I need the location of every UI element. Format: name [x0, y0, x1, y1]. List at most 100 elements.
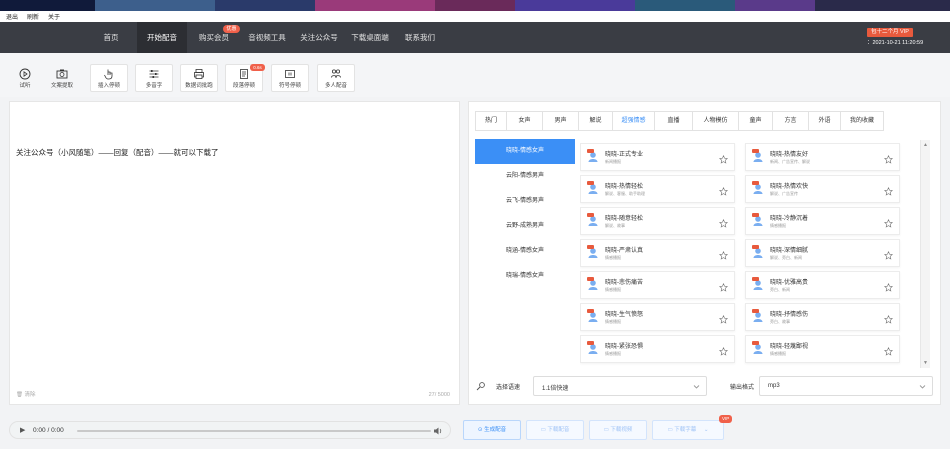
tab-narration[interactable]: 解说 [579, 112, 613, 130]
tab-imitation[interactable]: 人物模仿 [693, 112, 739, 130]
speed-value: 1.1倍快速 [542, 386, 569, 392]
clear-button[interactable]: 🗑 清除 [16, 390, 36, 398]
symbol-pause-label: 符号停顿 [278, 83, 301, 89]
batch-numbers-button[interactable]: 数据词批跑 [180, 64, 218, 92]
tab-hot[interactable]: 热门 [476, 112, 507, 130]
extract-text-button[interactable]: 文案提取 [43, 64, 81, 92]
toolbar: 试听 文案提取 插入停顿 多音字 数据词批跑 段落停顿 0.6s 符号停顿 多人… [0, 53, 950, 97]
star-icon[interactable] [719, 315, 728, 324]
category-item[interactable]: 晓晓-情感女声 [475, 139, 575, 164]
voice-card[interactable]: 晓晓-优雅高贵 旁白、新闻 [745, 271, 900, 299]
progress-track[interactable] [77, 430, 431, 432]
voice-card[interactable]: 晓晓-严肃认真 情感播报 [580, 239, 735, 267]
voice-name: 晓晓-热情友好 [770, 152, 808, 158]
voice-card[interactable]: 晓晓-热情轻松 解说、客服、助手助理 [580, 175, 735, 203]
star-icon[interactable] [884, 283, 893, 292]
tab-male[interactable]: 男声 [543, 112, 579, 130]
tab-live[interactable]: 直播 [655, 112, 693, 130]
menu-about[interactable]: 关于 [48, 12, 60, 21]
tab-dialect[interactable]: 方言 [773, 112, 809, 130]
subtitle-vip-badge: VIP [719, 415, 733, 423]
download-audio-button[interactable]: ▭ 下载配音 [526, 420, 584, 440]
voice-name: 晓晓-抒情感伤 [770, 312, 808, 318]
category-item[interactable]: 云阳-情感男声 [475, 164, 575, 189]
nav-home[interactable]: 首页 [88, 22, 134, 53]
download-subtitle-button[interactable]: ▭ 下载字幕 ⌄ [652, 420, 724, 440]
voice-card[interactable]: 晓晓-热情欢快 解说、广告宣传 [745, 175, 900, 203]
nav-follow-account[interactable]: 关注公众号 [294, 22, 344, 53]
voice-name: 晓晓-生气愤怒 [605, 312, 643, 318]
star-icon[interactable] [884, 155, 893, 164]
star-icon[interactable] [719, 187, 728, 196]
voice-card[interactable]: 晓晓-冷静沉着 情感播报 [745, 207, 900, 235]
polyphone-button[interactable]: 多音字 [135, 64, 173, 92]
star-icon[interactable] [719, 155, 728, 164]
batch-numbers-label: 数据词批跑 [185, 83, 213, 89]
nav-av-tools[interactable]: 音视频工具 [240, 22, 294, 53]
voice-card[interactable]: 晓晓-随意轻松 解说、故事 [580, 207, 735, 235]
tab-favorites[interactable]: 我的收藏 [841, 112, 883, 130]
volume-icon[interactable] [433, 426, 443, 436]
star-icon[interactable] [884, 219, 893, 228]
voice-name: 晓晓-正式专业 [605, 152, 643, 158]
menu-refresh[interactable]: 刷新 [27, 12, 39, 21]
insert-pause-label: 插入停顿 [97, 83, 120, 89]
hand-pointer-icon [104, 69, 113, 80]
text-editor[interactable]: 关注公众号（小风随笔）——回复（配音）——就可以下载了 🗑 清除 27/ 500… [9, 101, 460, 405]
category-item[interactable]: 云野-成熟男声 [475, 214, 575, 239]
voice-avatar-icon [587, 181, 598, 194]
category-item[interactable]: 晓瑞-情感女声 [475, 264, 575, 289]
voice-avatar-icon [752, 309, 763, 322]
star-icon[interactable] [884, 315, 893, 324]
voice-card[interactable]: 晓晓-悲伤痛苦 情感播报 [580, 271, 735, 299]
voice-card[interactable]: 晓晓-热情友好 新闻、广告宣传、解说 [745, 143, 900, 171]
voice-card[interactable]: 晓晓-正式专业 新闻播报 [580, 143, 735, 171]
voice-card[interactable]: 晓晓-抒情感伤 旁白、故事 [745, 303, 900, 331]
category-item[interactable]: 云飞-情感男声 [475, 189, 575, 214]
category-item[interactable]: 晓涵-情感女声 [475, 239, 575, 264]
insert-pause-button[interactable]: 插入停顿 [90, 64, 128, 92]
voice-card[interactable]: 晓晓-生气愤怒 情感播报 [580, 303, 735, 331]
editor-content[interactable]: 关注公众号（小风随笔）——回复（配音）——就可以下载了 [16, 147, 219, 158]
tab-foreign[interactable]: 外语 [809, 112, 841, 130]
voice-tags: 情感播报 [605, 319, 621, 324]
printer-icon [194, 69, 204, 79]
voice-card[interactable]: 晓晓-深情细腻 解说、旁白、新闻 [745, 239, 900, 267]
star-icon[interactable] [884, 187, 893, 196]
voice-avatar-icon [752, 181, 763, 194]
preview-button[interactable]: 试听 [6, 64, 44, 92]
generate-button[interactable]: ⊙ 生成配音 [463, 420, 521, 440]
star-icon[interactable] [884, 251, 893, 260]
menu-exit[interactable]: 退出 [6, 12, 18, 21]
voice-tags: 情感播报 [770, 223, 786, 228]
nav-contact[interactable]: 联系我们 [397, 22, 443, 53]
format-label: 输出格式 [730, 385, 755, 391]
voice-avatar-icon [752, 245, 763, 258]
voice-avatar-icon [587, 213, 598, 226]
voice-card[interactable]: 晓晓-紧张恐惧 情感播报 [580, 335, 735, 363]
scroll-up-icon[interactable]: ▲ [923, 142, 928, 148]
star-icon[interactable] [719, 283, 728, 292]
symbol-pause-button[interactable]: 符号停顿 [271, 64, 309, 92]
tab-child[interactable]: 童声 [739, 112, 773, 130]
download-video-button[interactable]: ▭ 下载视频 [589, 420, 647, 440]
voice-card[interactable]: 晓晓-轻蔑鄙视 情感播报 [745, 335, 900, 363]
scroll-down-icon[interactable]: ▼ [923, 360, 928, 366]
star-icon[interactable] [719, 347, 728, 356]
nav-download-desktop[interactable]: 下载桌面端 [345, 22, 395, 53]
speed-select[interactable]: 1.1倍快速 [533, 376, 707, 396]
star-icon[interactable] [719, 219, 728, 228]
play-icon[interactable]: ▶ [20, 426, 25, 434]
star-icon[interactable] [884, 347, 893, 356]
voice-scrollbar[interactable]: ▲ ▼ [920, 140, 930, 368]
voice-avatar-icon [752, 341, 763, 354]
multi-voice-button[interactable]: 多人配音 [317, 64, 355, 92]
tab-emotion[interactable]: 超强情感 [613, 112, 655, 130]
nav-start-dubbing[interactable]: 开始配音 [137, 22, 187, 53]
tab-female[interactable]: 女声 [507, 112, 543, 130]
star-icon[interactable] [719, 251, 728, 260]
discount-badge: 优惠 [223, 25, 240, 33]
voice-tags: 解说、旁白、新闻 [770, 255, 802, 260]
format-select[interactable]: mp3 [759, 376, 933, 396]
player-time: 0:00 / 0:00 [33, 427, 64, 434]
